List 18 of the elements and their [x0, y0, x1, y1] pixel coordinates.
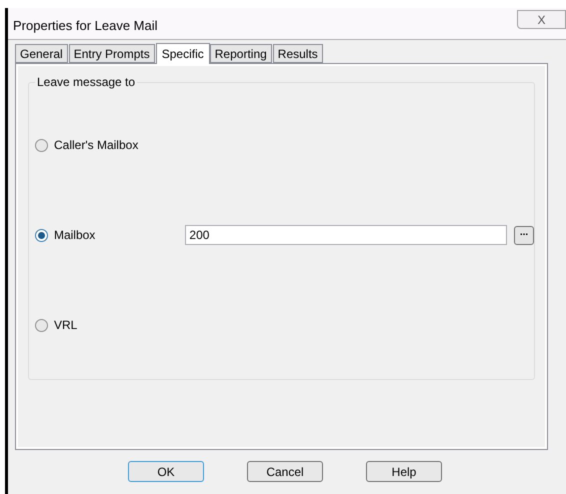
radio-button[interactable]: [35, 318, 48, 332]
close-button[interactable]: X: [517, 10, 566, 29]
dialog-button[interactable]: Help: [366, 461, 442, 482]
radio-button[interactable]: [35, 138, 48, 152]
tab[interactable]: Results: [272, 44, 323, 63]
radio-label: Mailbox: [54, 227, 96, 244]
radio-label: VRL: [54, 317, 78, 334]
radio-button[interactable]: [35, 228, 48, 242]
dialog-button[interactable]: Cancel: [247, 461, 323, 482]
browse-button[interactable]: ...: [514, 226, 534, 244]
tab[interactable]: Entry Prompts: [68, 44, 155, 63]
window-title: Properties for Leave Mail: [13, 17, 158, 35]
tab[interactable]: Specific: [156, 43, 210, 64]
tab[interactable]: Reporting: [210, 44, 272, 63]
radio-label: Caller's Mailbox: [54, 137, 140, 154]
mailbox-field[interactable]: 200: [185, 225, 508, 245]
tab[interactable]: General: [15, 44, 68, 63]
dialog-button[interactable]: OK: [128, 461, 204, 482]
